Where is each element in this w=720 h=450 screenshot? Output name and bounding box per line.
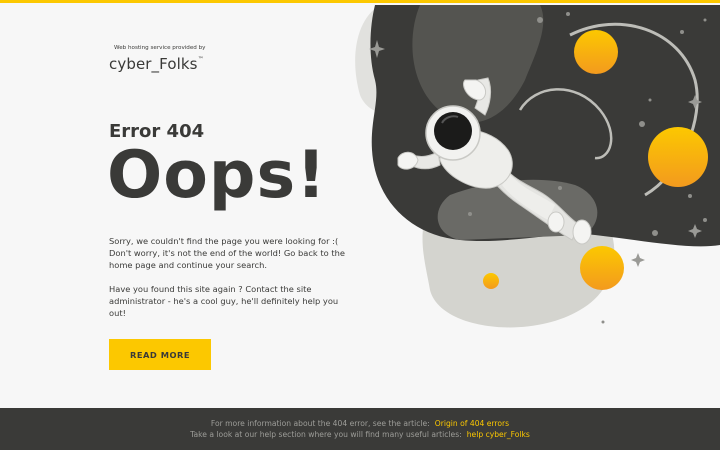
logo-text: cyber_Folks bbox=[109, 55, 198, 73]
contact-admin-message: Have you found this site again ? Contact… bbox=[109, 284, 339, 318]
footer-article-text: For more information about the 404 error… bbox=[210, 419, 430, 428]
page-title: Oops! bbox=[107, 138, 327, 213]
footer-line-help: Take a look at our help section where yo… bbox=[0, 430, 720, 441]
astronaut-space-illustration bbox=[355, 5, 720, 328]
footer-line-article: For more information about the 404 error… bbox=[0, 419, 720, 430]
help-cyberfolks-link[interactable]: help cyber_Folks bbox=[467, 430, 530, 439]
read-more-button[interactable]: READ MORE bbox=[109, 339, 211, 370]
origin-404-link[interactable]: Origin of 404 errors bbox=[435, 419, 509, 428]
not-found-message: Sorry, we couldn't find the page you wer… bbox=[109, 236, 345, 270]
footer-help-text: Take a look at our help section where yo… bbox=[190, 429, 462, 439]
logo-trademark: ™ bbox=[197, 56, 204, 63]
provided-by-text: Web hosting service provided by bbox=[114, 45, 206, 51]
footer: For more information about the 404 error… bbox=[0, 408, 720, 450]
cyberfolks-logo[interactable]: cyber_Folks™ bbox=[109, 55, 204, 73]
